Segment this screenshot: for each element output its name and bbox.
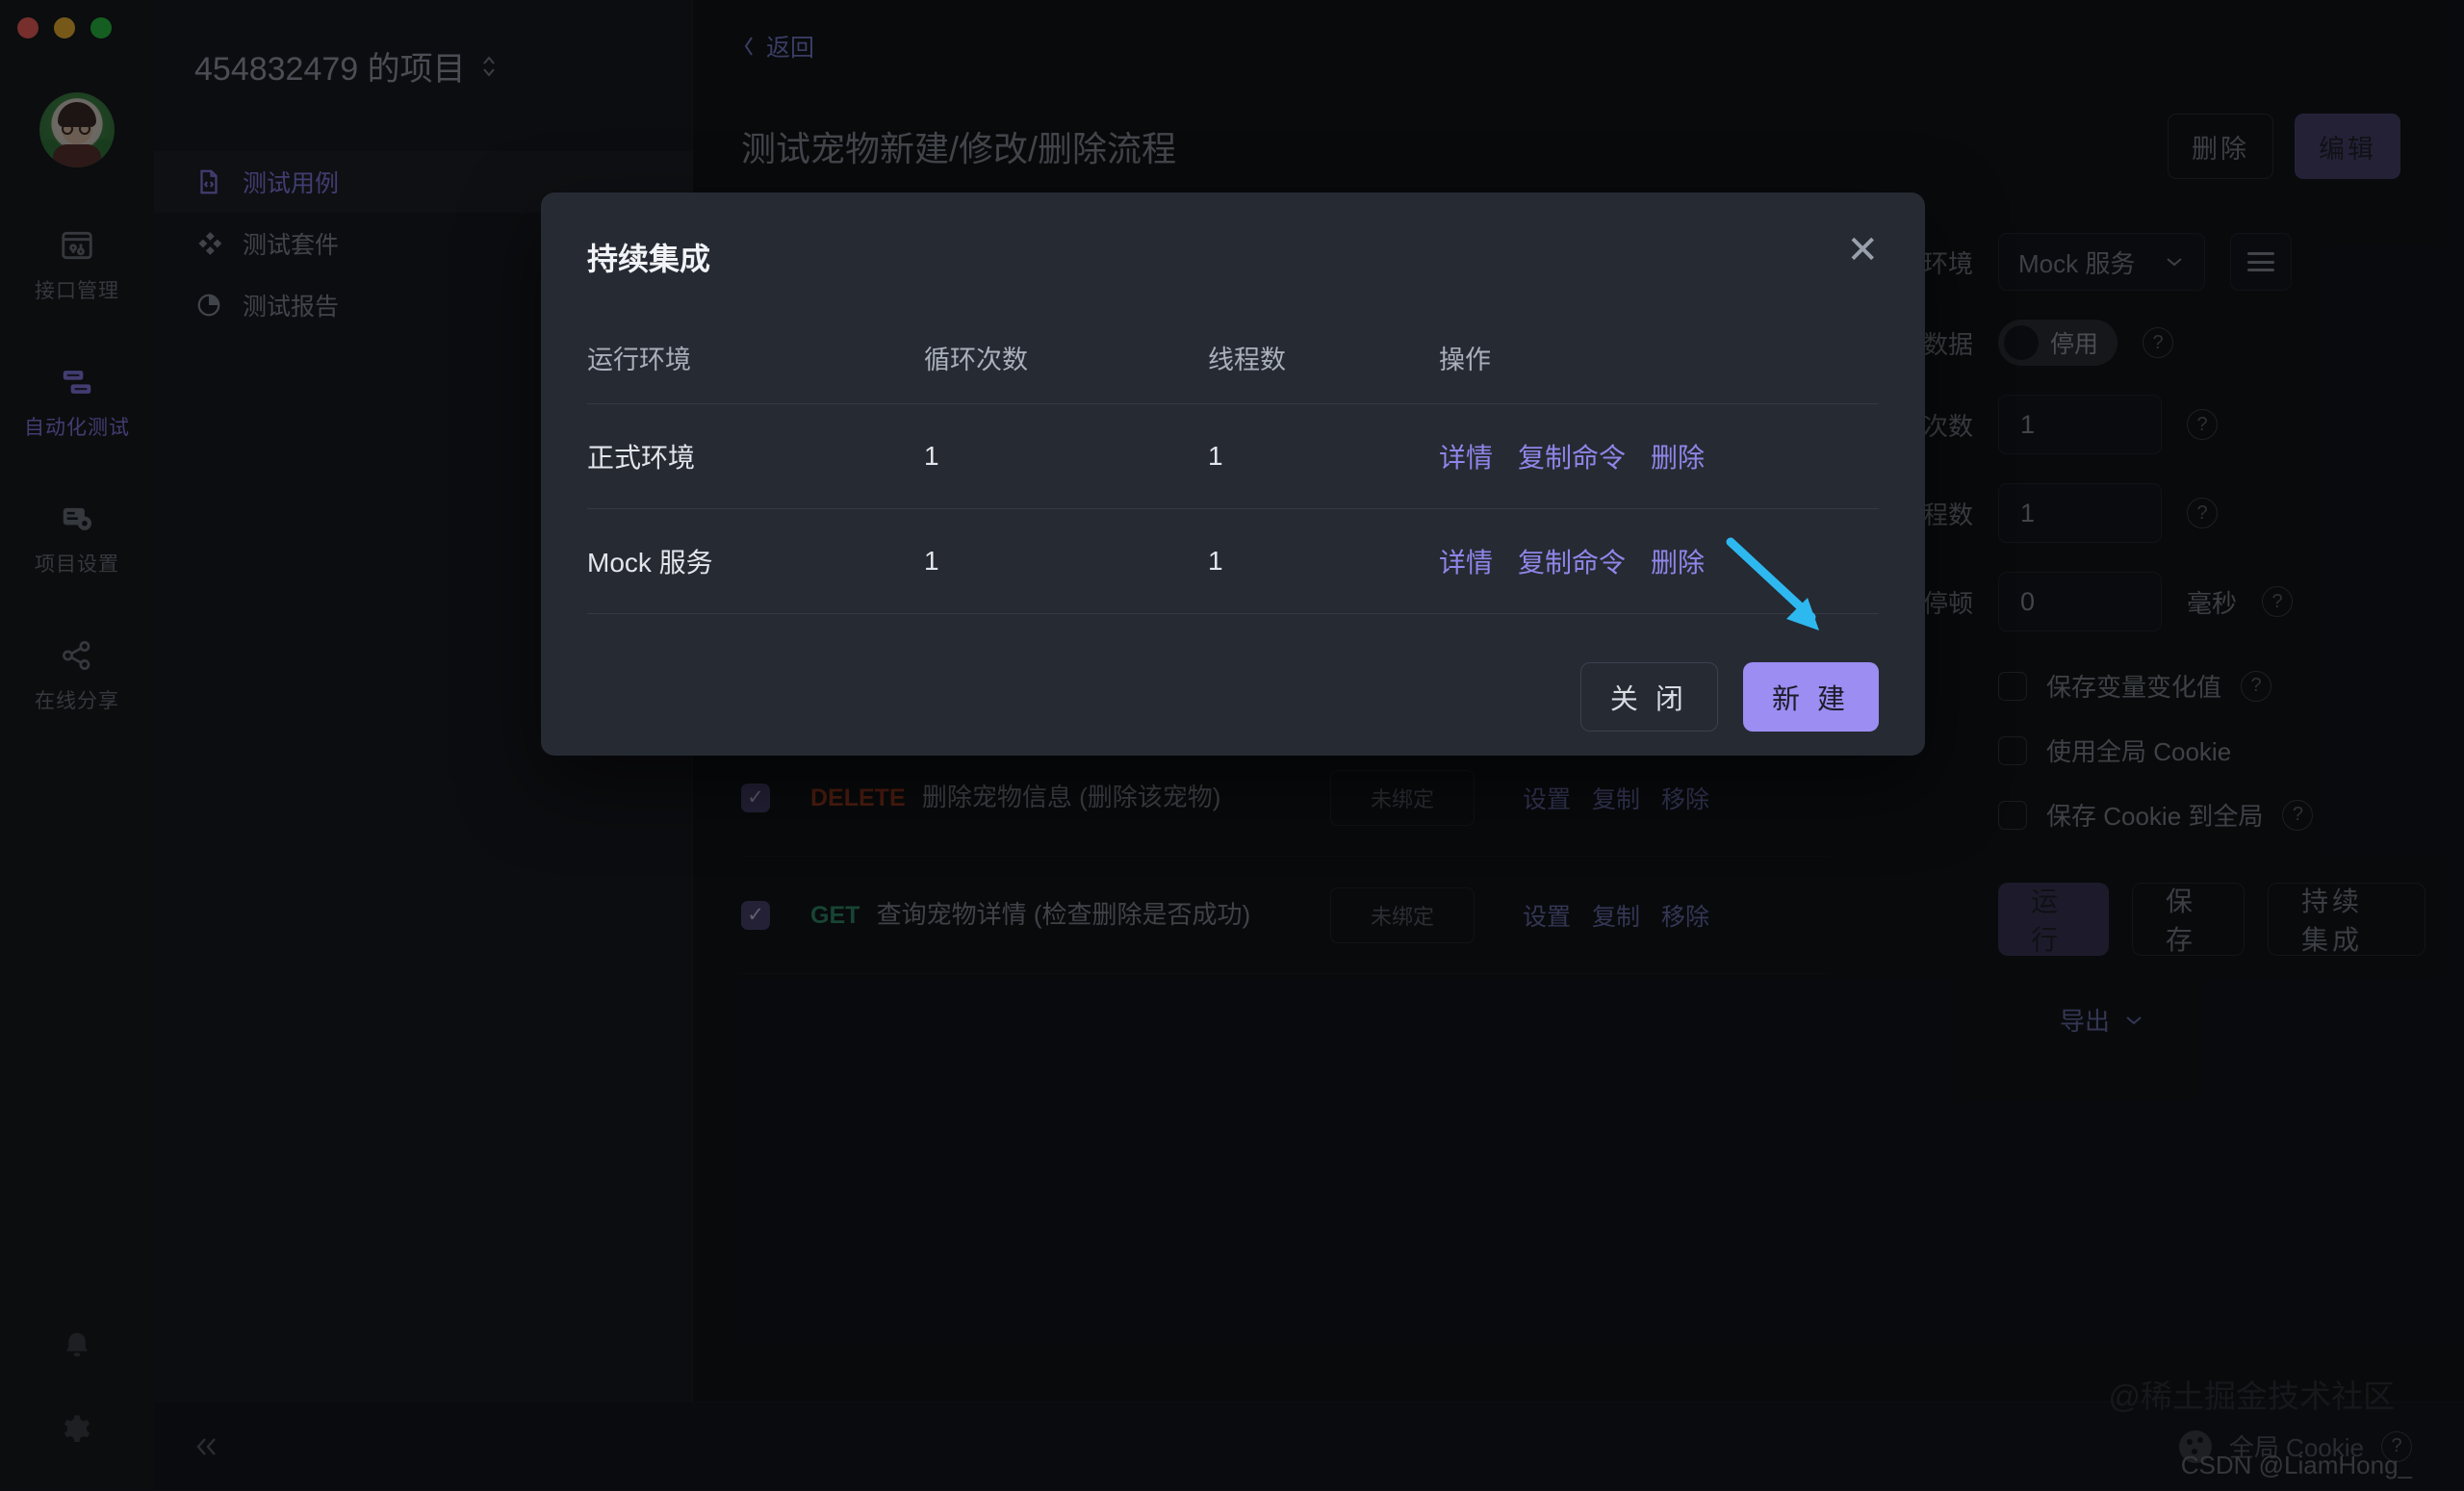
modal-title: 持续集成 <box>587 235 710 279</box>
ci-modal: 持续集成 ✕ 运行环境 循环次数 线程数 操作 正式环境 1 1 详情 复制命令… <box>541 193 1925 756</box>
cell-actions: 详情 复制命令 删除 <box>1439 437 1879 476</box>
column-header-actions: 操作 <box>1439 339 1879 376</box>
modal-header: 持续集成 ✕ <box>587 235 1879 279</box>
cell-threads: 1 <box>1208 441 1439 472</box>
table-footer-divider <box>587 613 1879 614</box>
column-header-threads: 线程数 <box>1208 339 1439 376</box>
row-action-copy-command[interactable]: 复制命令 <box>1518 542 1626 580</box>
row-action-delete[interactable]: 删除 <box>1651 542 1705 580</box>
modal-new-button[interactable]: 新 建 <box>1743 662 1879 732</box>
modal-actions: 关 闭 新 建 <box>587 662 1879 732</box>
cell-loops: 1 <box>924 546 1208 577</box>
cell-env: Mock 服务 <box>587 542 924 580</box>
cell-actions: 详情 复制命令 删除 <box>1439 542 1879 580</box>
column-header-loops: 循环次数 <box>924 339 1208 376</box>
cell-loops: 1 <box>924 441 1208 472</box>
modal-close-button[interactable]: 关 闭 <box>1580 662 1718 732</box>
row-action-delete[interactable]: 删除 <box>1651 437 1705 476</box>
table-header: 运行环境 循环次数 线程数 操作 <box>587 339 1879 403</box>
cell-env: 正式环境 <box>587 437 924 476</box>
column-header-env: 运行环境 <box>587 339 924 376</box>
ci-table: 运行环境 循环次数 线程数 操作 正式环境 1 1 详情 复制命令 删除 Moc… <box>587 339 1879 614</box>
app-root: 接口管理 自动化测试 <box>0 0 2464 1490</box>
row-action-detail[interactable]: 详情 <box>1439 542 1493 580</box>
table-row: 正式环境 1 1 详情 复制命令 删除 <box>587 403 1879 508</box>
row-action-copy-command[interactable]: 复制命令 <box>1518 437 1626 476</box>
row-action-detail[interactable]: 详情 <box>1439 437 1493 476</box>
cell-threads: 1 <box>1208 546 1439 577</box>
close-icon[interactable]: ✕ <box>1846 235 1879 266</box>
table-row: Mock 服务 1 1 详情 复制命令 删除 <box>587 508 1879 613</box>
